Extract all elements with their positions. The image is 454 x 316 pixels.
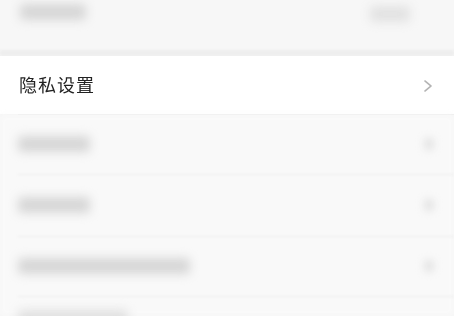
blurred-divider [18, 296, 454, 297]
blurred-item-label[interactable] [18, 258, 190, 274]
blurred-value [370, 6, 410, 22]
blurred-label [20, 4, 86, 20]
blurred-item-label[interactable] [18, 197, 90, 213]
blurred-item-label[interactable] [18, 136, 90, 152]
blurred-divider [18, 174, 454, 175]
chevron-right-icon [422, 78, 434, 92]
settings-item-top-blurred[interactable] [0, 0, 454, 50]
settings-screen: 隐私设置 [0, 0, 454, 316]
blurred-chevron-icon [424, 199, 434, 211]
blurred-divider [18, 236, 454, 237]
blurred-chevron-icon [424, 260, 434, 272]
blurred-item-label[interactable] [18, 310, 128, 316]
privacy-settings-label: 隐私设置 [19, 76, 95, 97]
blurred-chevron-icon [424, 138, 434, 150]
settings-item-privacy[interactable]: 隐私设置 [0, 56, 454, 114]
